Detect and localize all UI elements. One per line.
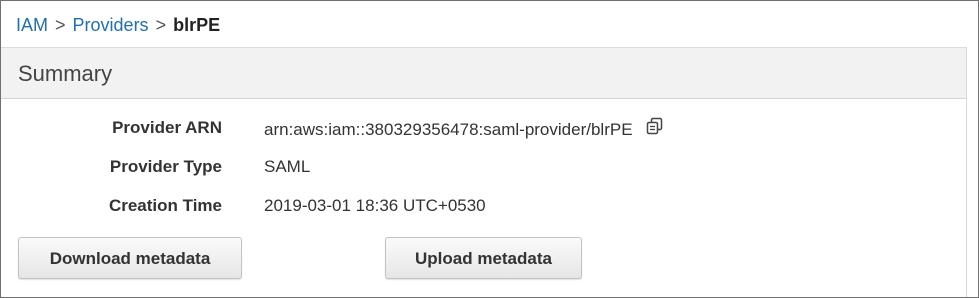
creation-time-label: Creation Time [108,196,222,215]
breadcrumb-separator: > [55,15,66,35]
summary-title: Summary [18,61,113,86]
upload-metadata-button[interactable]: Upload metadata [385,237,582,279]
provider-arn-value: arn:aws:iam::380329356478:saml-provider/… [264,116,665,143]
breadcrumb-separator: > [155,15,167,35]
copy-icon[interactable] [645,116,665,141]
breadcrumb: IAM > Providers > blrPE [16,14,220,36]
copy-icon-svg [646,117,662,135]
page-frame: IAM > Providers > blrPE Summary Provider ARN… [0,0,979,298]
breadcrumb-current: blrPE [173,15,221,35]
breadcrumb-link-providers[interactable]: Providers [73,15,149,35]
provider-arn-label: Provider ARN [112,118,222,137]
provider-type-label: Provider Type [109,157,222,176]
breadcrumb-link-iam[interactable]: IAM [16,15,48,35]
download-metadata-button[interactable]: Download metadata [18,237,242,279]
summary-header: Summary [1,47,966,99]
creation-time-value: 2019-03-01 18:36 UTC+0530 [264,196,486,215]
provider-arn-text: arn:aws:iam::380329356478:saml-provider/… [264,119,633,139]
provider-type-value: SAML [264,157,311,176]
